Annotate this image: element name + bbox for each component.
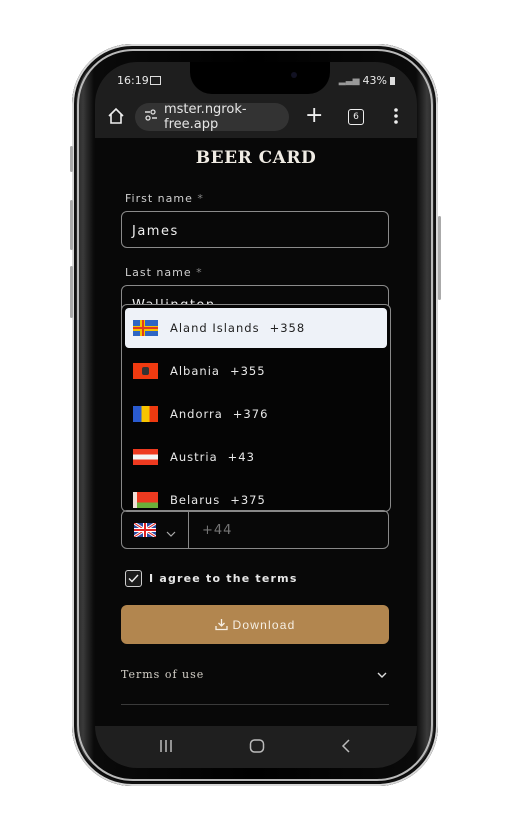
country-option-andorra[interactable]: Andorra +376: [125, 394, 387, 434]
volume-up-button: [70, 200, 73, 250]
agree-terms-row[interactable]: I agree to the terms: [125, 570, 298, 587]
volume-down-button: [70, 266, 73, 318]
download-label: Download: [232, 617, 296, 632]
country-option-albania[interactable]: Albania +355: [125, 351, 387, 391]
back-icon[interactable]: [341, 738, 351, 757]
country-option-aland-islands[interactable]: Aland Islands +358: [125, 308, 387, 348]
battery-icon: [390, 76, 395, 85]
terms-of-use-accordion[interactable]: Terms of use: [121, 668, 389, 681]
country-name: Belarus: [170, 493, 221, 507]
country-name: Aland Islands: [170, 321, 260, 335]
country-name: Austria: [170, 450, 218, 464]
home-icon[interactable]: [107, 107, 125, 129]
front-camera: [291, 72, 297, 78]
country-code: +375: [230, 493, 266, 507]
last-name-label-text: Last name: [125, 266, 192, 279]
download-icon: [214, 619, 228, 631]
url-bar[interactable]: mster.ngrok-free.app: [135, 102, 289, 132]
download-button[interactable]: Download: [121, 605, 389, 644]
page-title: BEER CARD: [195, 148, 317, 168]
url-text: mster.ngrok-free.app: [164, 102, 247, 132]
country-code-dropdown[interactable]: Aland Islands +358 Albania +355 Andorra …: [121, 304, 391, 512]
page-content: BEER CARD First name * James Last name *…: [95, 138, 417, 726]
required-mark: *: [197, 192, 204, 205]
side-button: [70, 146, 73, 172]
flag-austria-icon: [133, 449, 158, 465]
camera-notch: [190, 62, 330, 94]
screen: 16:19 ▂▃▅ 43% mster.ngrok-free.app + 6 B…: [95, 62, 417, 768]
home-button-icon[interactable]: [249, 738, 265, 757]
chevron-down-icon: [166, 523, 176, 542]
phone-number-input[interactable]: [192, 511, 394, 550]
divider: [121, 704, 389, 705]
country-code: +376: [232, 407, 269, 421]
flag-uk-icon: [133, 521, 157, 541]
gallery-notification-icon: [150, 76, 161, 85]
flag-belarus-icon: [133, 492, 158, 508]
status-time: 16:19: [117, 74, 149, 87]
flag-aland-icon: [133, 320, 158, 336]
new-tab-icon[interactable]: +: [305, 104, 323, 128]
country-code-selector[interactable]: [122, 511, 189, 548]
battery-percent: 43%: [362, 74, 387, 87]
first-name-input[interactable]: James: [121, 211, 389, 248]
android-nav-bar: [95, 726, 417, 768]
required-mark: *: [196, 266, 203, 279]
recent-apps-icon[interactable]: [159, 738, 173, 757]
flag-albania-icon: [133, 363, 158, 379]
first-name-label: First name *: [125, 192, 204, 205]
flag-andorra-icon: [133, 406, 158, 422]
last-name-label: Last name *: [125, 266, 203, 279]
country-code: +358: [269, 321, 306, 335]
status-icons: ▂▃▅ 43%: [339, 74, 395, 87]
terms-label: Terms of use: [121, 668, 205, 681]
country-name: Albania: [170, 364, 220, 378]
check-icon: [128, 574, 139, 583]
agree-checkbox[interactable]: [125, 570, 142, 587]
tab-switcher-button[interactable]: 6: [348, 109, 364, 125]
country-option-austria[interactable]: Austria +43: [125, 437, 387, 477]
site-settings-icon[interactable]: [144, 109, 158, 125]
status-bar: 16:19 ▂▃▅ 43%: [95, 62, 417, 98]
country-option-belarus[interactable]: Belarus +375: [125, 480, 387, 511]
country-code: +43: [227, 450, 255, 464]
browser-toolbar: mster.ngrok-free.app + 6: [95, 98, 417, 138]
menu-dots-icon[interactable]: [393, 106, 399, 130]
first-name-label-text: First name: [125, 192, 193, 205]
chevron-down-icon: [377, 669, 387, 682]
country-name: Andorra: [170, 407, 223, 421]
agree-label: I agree to the terms: [149, 572, 298, 585]
phone-number-field: [121, 510, 394, 550]
signal-icon: ▂▃▅: [338, 75, 360, 86]
power-button: [438, 216, 441, 300]
country-code: +355: [229, 364, 266, 378]
